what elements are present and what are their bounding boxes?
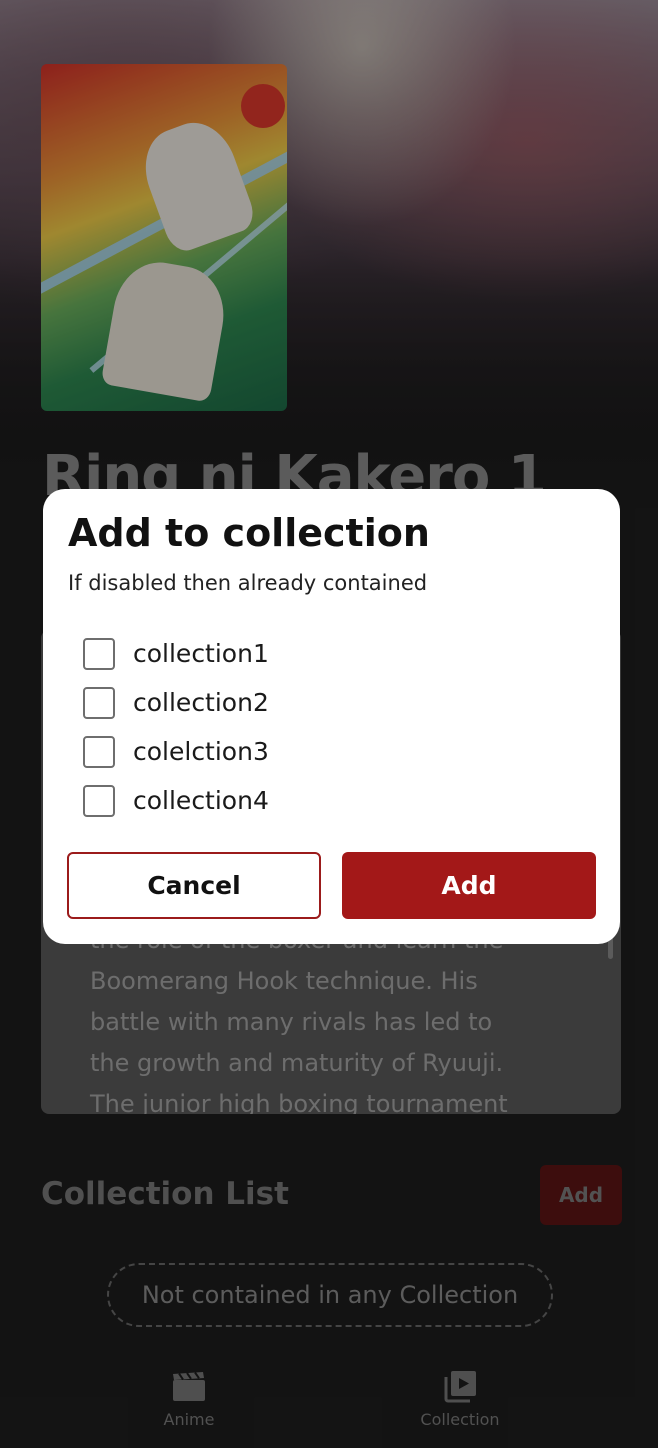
checkbox[interactable]: [83, 784, 115, 817]
collection-option-label: colelction3: [133, 737, 269, 766]
checkbox[interactable]: [83, 686, 115, 719]
collection-option-label: collection1: [133, 639, 269, 668]
collection-option[interactable]: collection1: [83, 629, 583, 678]
collection-option-label: collection2: [133, 688, 269, 717]
collection-option-label: collection4: [133, 786, 269, 815]
checkbox[interactable]: [83, 637, 115, 670]
collection-option[interactable]: collection4: [83, 776, 583, 825]
dialog-subtitle: If disabled then already contained: [68, 571, 428, 595]
collection-option[interactable]: colelction3: [83, 727, 583, 776]
collection-option[interactable]: collection2: [83, 678, 583, 727]
add-button[interactable]: Add: [342, 852, 596, 919]
dialog-title: Add to collection: [68, 511, 430, 555]
checkbox[interactable]: [83, 735, 115, 768]
add-to-collection-dialog: Add to collection If disabled then alrea…: [43, 489, 620, 944]
cancel-button[interactable]: Cancel: [67, 852, 321, 919]
collection-option-list: collection1 collection2 colelction3 coll…: [83, 629, 583, 825]
